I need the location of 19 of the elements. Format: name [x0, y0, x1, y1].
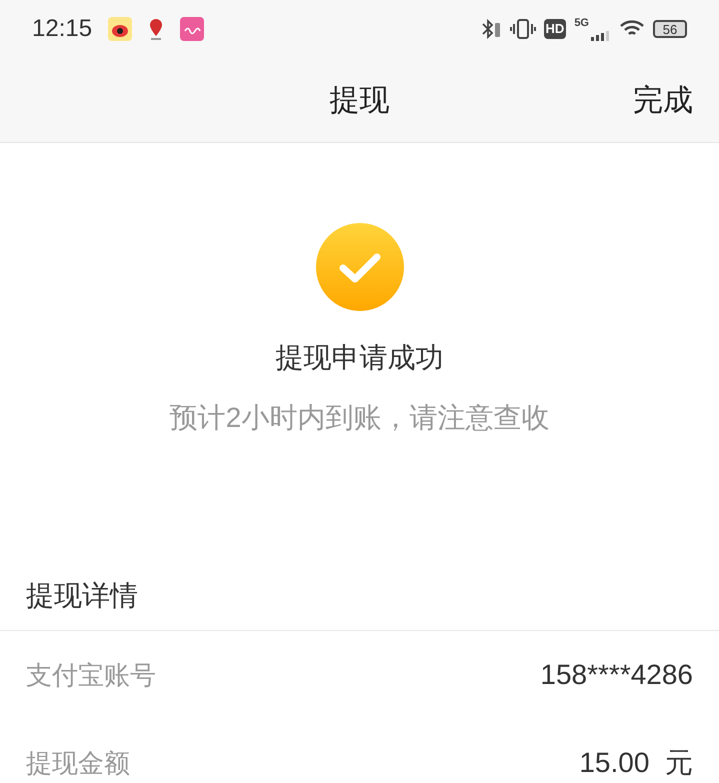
done-button[interactable]: 完成 — [633, 78, 693, 122]
signal-icon — [591, 29, 609, 41]
detail-label: 支付宝账号 — [26, 658, 156, 692]
location-pin-icon — [148, 17, 164, 41]
bluetooth-icon — [480, 18, 502, 40]
network-label: 5G — [574, 17, 589, 29]
success-check-icon — [316, 223, 404, 311]
detail-value: 15.00 元 — [579, 746, 693, 780]
page-title: 提现 — [330, 82, 390, 118]
vibrate-icon — [510, 18, 536, 40]
hd-badge: HD — [544, 19, 566, 39]
detail-value: 158****4286 — [540, 658, 693, 692]
status-time: 12:15 — [32, 14, 92, 44]
battery-indicator: 56 — [653, 20, 687, 38]
success-title: 提现申请成功 — [276, 341, 444, 375]
detail-label: 提现金额 — [26, 746, 130, 780]
section-heading: 提现详情 — [26, 578, 138, 612]
arrival-note: 预计2小时内到账，请注意查收 — [170, 401, 550, 435]
wave-app-icon — [180, 17, 204, 41]
